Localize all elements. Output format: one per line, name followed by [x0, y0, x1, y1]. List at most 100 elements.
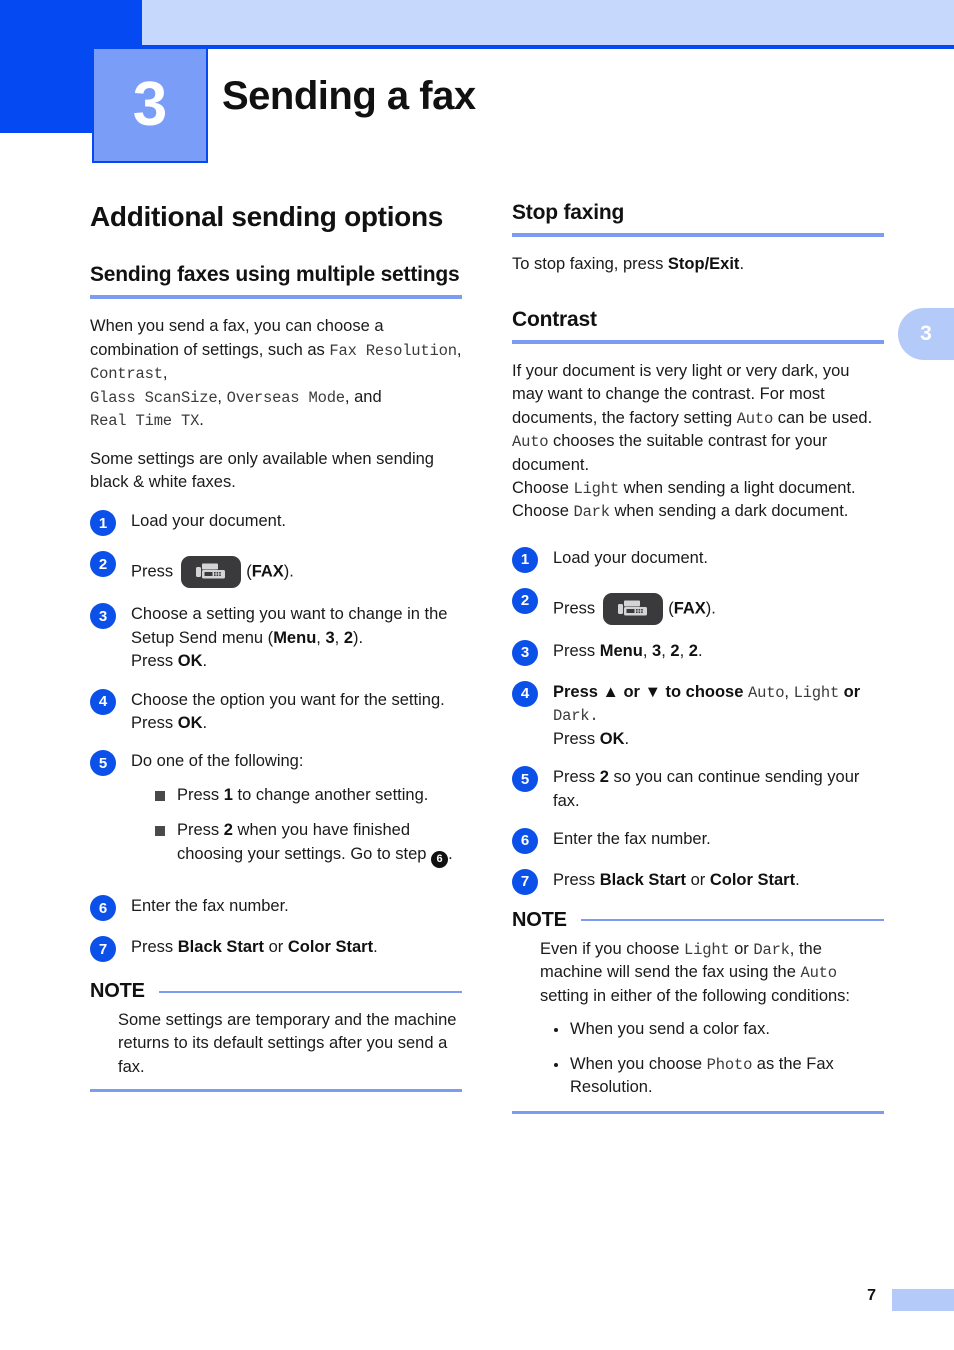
setting-contrast: Contrast — [90, 365, 163, 384]
step-text: Choose a setting you want to change in t… — [131, 602, 462, 673]
note-header: NOTE — [512, 909, 884, 932]
side-chapter-tab: 3 — [898, 308, 954, 360]
setting-light: Light — [684, 940, 730, 959]
setting-real-time-tx: Real Time TX — [90, 412, 200, 431]
dot-bullet-icon — [554, 1062, 558, 1067]
or-word: or — [263, 938, 288, 957]
sep-3: , — [217, 387, 227, 406]
dot-bullet-icon — [554, 1028, 558, 1033]
setting-light: Light — [573, 480, 619, 499]
step-number-badge: 6 — [90, 895, 116, 922]
step-number-badge: 7 — [90, 936, 116, 963]
note-body: Even if you choose Light or Dark, the ma… — [512, 932, 884, 1100]
step5-bullet-list: Press 1 to change another setting. Press… — [131, 784, 462, 869]
step-text: Press Menu, 3, 2, 2. — [553, 639, 884, 663]
setting-dark: Dark — [753, 940, 790, 959]
setting-auto: Auto — [736, 409, 774, 428]
digit-2a: 2 — [670, 641, 680, 660]
stop-faxing-text-a: To stop faxing, press — [512, 255, 668, 274]
bullet-text: Press 1 to change another setting. — [177, 784, 428, 807]
step-text: Press (FAX). — [553, 587, 884, 625]
contrast-p2-a: Choose — [512, 479, 574, 498]
fax-machine-icon[interactable] — [603, 592, 664, 625]
note-d: setting in either of the following condi… — [540, 986, 851, 1005]
side-chapter-tab-label: 3 — [920, 322, 932, 345]
setting-dark: Dark — [553, 707, 590, 726]
setting-auto: Auto — [800, 964, 837, 983]
intro-paragraph-1: When you send a fax, you can choose a co… — [90, 315, 462, 432]
digit-2: 2 — [223, 821, 233, 840]
key-color-start: Color Start — [709, 870, 796, 889]
header-light-bar — [142, 0, 954, 45]
step-7: 7 Press Black Start or Color Start. — [512, 868, 884, 895]
period: . — [697, 641, 703, 660]
note-body: Some settings are temporary and the mach… — [90, 1003, 462, 1079]
step-number-badge: 6 — [512, 827, 538, 854]
note-bullet-list: When you send a color fax. When you choo… — [540, 1018, 884, 1099]
press-word: Press — [131, 714, 178, 733]
step-4: 4 Press ▲ or ▼ to choose Auto, Light or … — [512, 680, 884, 751]
period: . — [739, 255, 745, 274]
step-number-badge: 3 — [90, 603, 116, 630]
key-name-fax: FAX — [673, 599, 706, 618]
step2-suffix: ). — [283, 562, 294, 581]
intro-paragraph-2: Some settings are only available when se… — [90, 449, 434, 491]
key-black-start: Black Start — [599, 870, 686, 889]
key-menu: Menu — [599, 641, 643, 660]
note-header: NOTE — [90, 980, 462, 1003]
step-number-badge: 3 — [512, 639, 538, 666]
step-text: Enter the fax number. — [131, 897, 289, 916]
step-6: 6 Enter the fax number. — [90, 894, 462, 922]
list-item: When you choose Photo as the Fax Resolut… — [554, 1053, 884, 1100]
intro-text-c: . — [199, 411, 204, 430]
press-word: Press — [553, 768, 600, 787]
note-title: NOTE — [90, 980, 145, 1003]
period: . — [589, 707, 599, 726]
step-number-badge: 2 — [512, 587, 538, 614]
step-text: Choose the option you want for the setti… — [131, 688, 462, 736]
key-color-start: Color Start — [287, 938, 374, 957]
step-text: Press ▲ or ▼ to choose Auto, Light or Da… — [553, 680, 884, 751]
header-rule — [142, 45, 954, 49]
chapter-number: 3 — [132, 70, 168, 139]
step-text: Load your document. — [131, 512, 287, 531]
sep-1: , — [456, 340, 462, 359]
contrast-paragraph-2: Choose Light when sending a light docume… — [512, 477, 884, 524]
bullet-a: Press — [177, 821, 224, 840]
heading-rule — [512, 339, 884, 344]
or-word: or — [618, 682, 645, 701]
subsection-title-contrast: Contrast — [512, 307, 597, 331]
step-2: 2 Press (FAX). — [512, 587, 884, 625]
step-number-badge: 4 — [512, 680, 538, 707]
note-text: Some settings are temporary and the mach… — [118, 1011, 457, 1076]
note-box-left: NOTE Some settings are temporary and the… — [90, 980, 462, 1093]
sep-2: , — [162, 364, 168, 383]
fax-machine-icon[interactable] — [181, 556, 242, 589]
press-word: Press — [131, 652, 178, 671]
list-item: Press 2 when you have finished choosing … — [131, 819, 462, 869]
step-1: 1 Load your document. — [90, 509, 462, 537]
subsection-title-stop-faxing: Stop faxing — [512, 201, 625, 224]
step-text: Load your document. — [553, 548, 709, 567]
list-item: When you send a color fax. — [554, 1018, 884, 1041]
note-box-right: NOTE Even if you choose Light or Dark, t… — [512, 909, 884, 1114]
step-3: 3 Choose a setting you want to change in… — [90, 602, 462, 673]
press-label: Press — [553, 599, 596, 618]
close-paren: ). — [353, 628, 364, 647]
period: . — [202, 714, 208, 733]
key-ok: OK — [177, 652, 203, 671]
bullet-a: Press — [177, 785, 224, 804]
digit-1: 1 — [223, 785, 233, 804]
setting-auto: Auto — [512, 433, 549, 452]
bullet-text: Press 2 when you have finished choosing … — [177, 819, 462, 869]
comma-2: , — [334, 628, 344, 647]
key-black-start: Black Start — [177, 938, 264, 957]
note-header-rule — [158, 990, 462, 993]
comma-3: , — [679, 641, 689, 660]
bullet-text: When you send a color fax. — [570, 1020, 770, 1039]
or-word: or — [685, 870, 710, 889]
page-number: 7 — [867, 1287, 876, 1304]
setting-dark: Dark — [573, 503, 610, 522]
step-number-badge: 5 — [512, 766, 538, 793]
key-ok: OK — [177, 714, 203, 733]
